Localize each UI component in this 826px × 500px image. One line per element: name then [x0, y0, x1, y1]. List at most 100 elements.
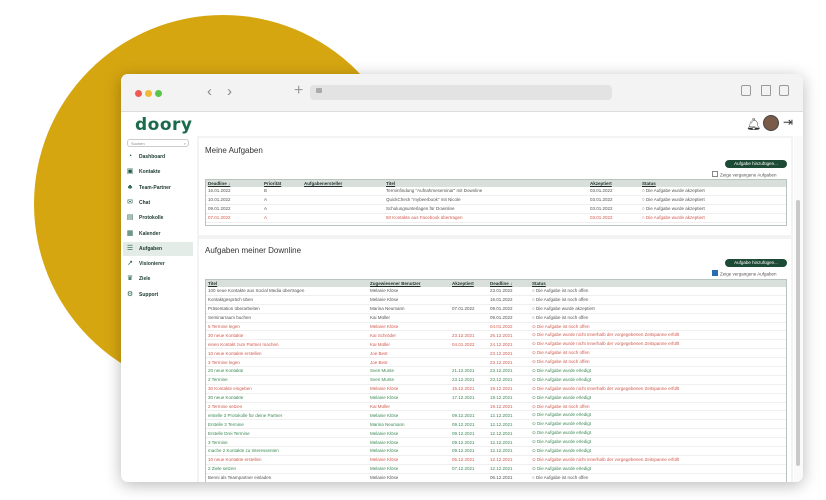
table-cell: 12.12.2021 [488, 446, 530, 456]
app-header: doory 🔔︎ ⇥ [121, 112, 803, 136]
maximize-dot-icon[interactable] [155, 90, 162, 97]
table-row[interactable]: 2 Ziele setzen Melanie Klöse 07.12.2021 12.… [206, 464, 786, 474]
table-row[interactable]: 09.01.2022 A Schulungsunterlagen für Downl… [206, 204, 786, 214]
column-header[interactable]: Aufgabenersteller [302, 180, 384, 187]
sidebar-item-dashboard[interactable]: ◔ Dashboard [123, 150, 193, 164]
column-header[interactable]: Priorität [262, 180, 302, 187]
table-row[interactable]: 5 Termine legen Melanie Klöse 04.01.2022 ⊙ … [206, 322, 786, 332]
add-task-button[interactable]: Aufgabe hinzufügen... [725, 160, 787, 168]
table-row[interactable]: 3 Termine Melanie Klöse 09.12.2021 12.12.20… [206, 437, 786, 448]
table-cell: 10.01.2022 [206, 195, 262, 205]
checkbox-box[interactable] [712, 171, 718, 177]
table-row[interactable]: Kontaktgespräch üben Melanie Klöse 16.01.2… [206, 295, 786, 305]
sidebar-item-visionierer[interactable]: ↗ Visionierer [123, 257, 193, 271]
column-header[interactable]: Akzeptiert [450, 280, 488, 287]
sidebar-toggle-icon[interactable] [741, 85, 751, 96]
table-row[interactable]: 10 neue Kontakte erstellen Melanie Klöse 0… [206, 455, 786, 465]
close-dot-icon[interactable] [135, 90, 142, 97]
table-row[interactable]: 2 Termine Sven Munte 23.12.2021 23.12.2021 ⊙… [206, 375, 786, 385]
table-row[interactable]: 30 neue Kontakte Kai Schröder 23.12.2021 26… [206, 330, 786, 341]
tabs-overview-icon[interactable] [779, 85, 789, 96]
column-header[interactable]: Titel [206, 280, 368, 287]
sidebar-item-label: Support [139, 291, 159, 298]
add-downline-task-button[interactable]: Aufgabe hinzufügen... [725, 259, 787, 267]
column-header[interactable]: Titel [384, 180, 588, 187]
table-cell: 09.01.2022 [488, 313, 530, 323]
table-cell: Marina Neumann [368, 304, 450, 314]
table-row[interactable]: 20 neue Kontakte Sven Munte 21.12.2021 23.1… [206, 366, 786, 376]
table-cell: ⊙ Die Aufgabe wurde nicht innerhalb der … [530, 339, 786, 350]
table-cell: 30 neue Kontakte [206, 330, 368, 341]
sidebar-item-chat[interactable]: ✉ Chat [123, 196, 193, 210]
scrollbar-thumb[interactable] [796, 200, 800, 466]
forward-arrow-icon[interactable]: › [227, 83, 232, 100]
sidebar-item-label: Chat [139, 199, 151, 206]
sidebar-item-aufgaben[interactable]: ☰ Aufgaben [123, 241, 193, 256]
search-input[interactable]: Suchen ⌕ [127, 139, 189, 147]
sidebar-item-label: Dashboard [139, 154, 166, 160]
table-row[interactable]: 16.01.2022 B Terminfindung "Aufnahmesemina… [206, 187, 786, 196]
table-cell: 03.01.2022 [588, 204, 640, 214]
table-row[interactable]: Präsentation überarbeiten Marina Neumann 0… [206, 304, 786, 314]
bell-icon[interactable]: 🔔︎ [746, 117, 761, 131]
table-cell: 12.12.2021 [488, 428, 530, 439]
table-row[interactable]: Erstelle Drei Termine Melanie Klöse 09.12.… [206, 428, 786, 439]
sidebar-item-label: Protokolle [139, 215, 164, 222]
column-header[interactable]: Akzeptiert [588, 180, 640, 187]
scrollbar[interactable] [794, 136, 803, 482]
table-cell: ⊙ Die Aufgabe wurde nicht innerhalb der … [530, 455, 786, 465]
table-row[interactable]: 30 neue Kontakte Melanie Klöse 17.12.2021 1… [206, 393, 786, 403]
table-cell: 12.12.2021 [488, 455, 530, 465]
table-cell: 24.12.2021 [488, 339, 530, 350]
table-row[interactable]: 3 Termine legen Joe Best 23.12.2021 ⊙ Die A… [206, 357, 786, 368]
table-row[interactable]: erstelle 3 Protokolle für deine Partner M… [206, 410, 786, 421]
sidebar-item-kalender[interactable]: ▦ Kalender [123, 227, 193, 241]
minimize-dot-icon[interactable] [145, 90, 152, 97]
sidebar-item-support[interactable]: ⚙ Support [123, 288, 193, 302]
table-row[interactable]: 2 Termine setzen Kai Müller 19.12.2021 ⊙ Di… [206, 402, 786, 412]
back-arrow-icon[interactable]: ‹ [207, 83, 212, 100]
share-icon[interactable] [761, 85, 771, 96]
address-bar[interactable] [310, 85, 612, 100]
sidebar-item-ziele[interactable]: ♛ Ziele [123, 272, 193, 286]
show-past-downline-tasks-checkbox[interactable]: Zeige vergangene Aufgaben [712, 270, 777, 277]
sidebar-item-protokolle[interactable]: ▤ Protokolle [123, 211, 193, 225]
column-header[interactable]: Zugewiesener Benutzer [368, 280, 450, 287]
trophy-icon: ♛ [126, 275, 134, 283]
table-row[interactable]: 30 Kontakte eingeben Melanie Klöse 15.12.2… [206, 384, 786, 394]
table-cell: Melanie Klöse [368, 384, 450, 394]
table-cell: 09.12.2021 [450, 428, 488, 439]
table-cell: 09.01.2022 [206, 204, 262, 214]
checkbox-box[interactable] [712, 270, 718, 276]
show-past-tasks-checkbox[interactable]: Zeige vergangene Aufgaben [712, 171, 777, 178]
table-row[interactable]: 07.01.2022 A 50 Kontakte aus Facebook über… [206, 213, 786, 223]
column-header[interactable]: Status [640, 180, 786, 187]
table-cell: Präsentation überarbeiten [206, 304, 368, 314]
table-cell: 05.12.2021 [450, 455, 488, 465]
avatar[interactable] [763, 115, 779, 131]
search-icon[interactable]: ⌕ [184, 141, 186, 147]
table-cell: 09.12.2021 [450, 410, 488, 421]
table-row[interactable]: einen Kontakt zum Partner machen Kai Müll… [206, 339, 786, 350]
table-row[interactable]: Erstelle 3 Termine Marina Neumann 09.12.20… [206, 419, 786, 430]
table-row[interactable]: 100 neue Kontakte aus Social Media übert… [206, 287, 786, 296]
app-logo[interactable]: doory [135, 115, 193, 135]
table-cell [450, 313, 488, 323]
new-tab-plus-icon[interactable]: + [294, 82, 303, 100]
sidebar-item-kontakte[interactable]: ▣ Kontakte [123, 165, 193, 179]
table-row[interactable]: 10 neue Kontakte erstellen Joe Best 23.12.… [206, 348, 786, 359]
sidebar-item-team-partner[interactable]: ♣ Team-Partner [123, 181, 193, 195]
table-cell: 50 Kontakte aus Facebook übertragen [384, 213, 588, 223]
table-row[interactable]: Seminarraum buchen Kai Müller 09.01.2022 ○ … [206, 313, 786, 323]
tasks-icon: ☰ [126, 244, 134, 252]
column-header[interactable]: Deadline ↓ [488, 280, 530, 287]
table-row[interactable]: 10.01.2022 A QuickCheck "mybeerbook" mit N… [206, 195, 786, 205]
table-cell: ○ Die Aufgabe ist noch offen [530, 287, 786, 296]
table-cell [450, 357, 488, 368]
table-row[interactable]: mache 2 Kontakte zu Interessenten Melanie… [206, 446, 786, 456]
search-placeholder: Suchen [131, 141, 145, 146]
column-header[interactable]: Deadline ↓ [206, 180, 262, 187]
logout-icon[interactable]: ⇥ [783, 115, 793, 129]
column-header[interactable]: Status [530, 280, 786, 287]
table-row[interactable]: Benni als Teampartner einladen Melanie Kl… [206, 473, 786, 482]
